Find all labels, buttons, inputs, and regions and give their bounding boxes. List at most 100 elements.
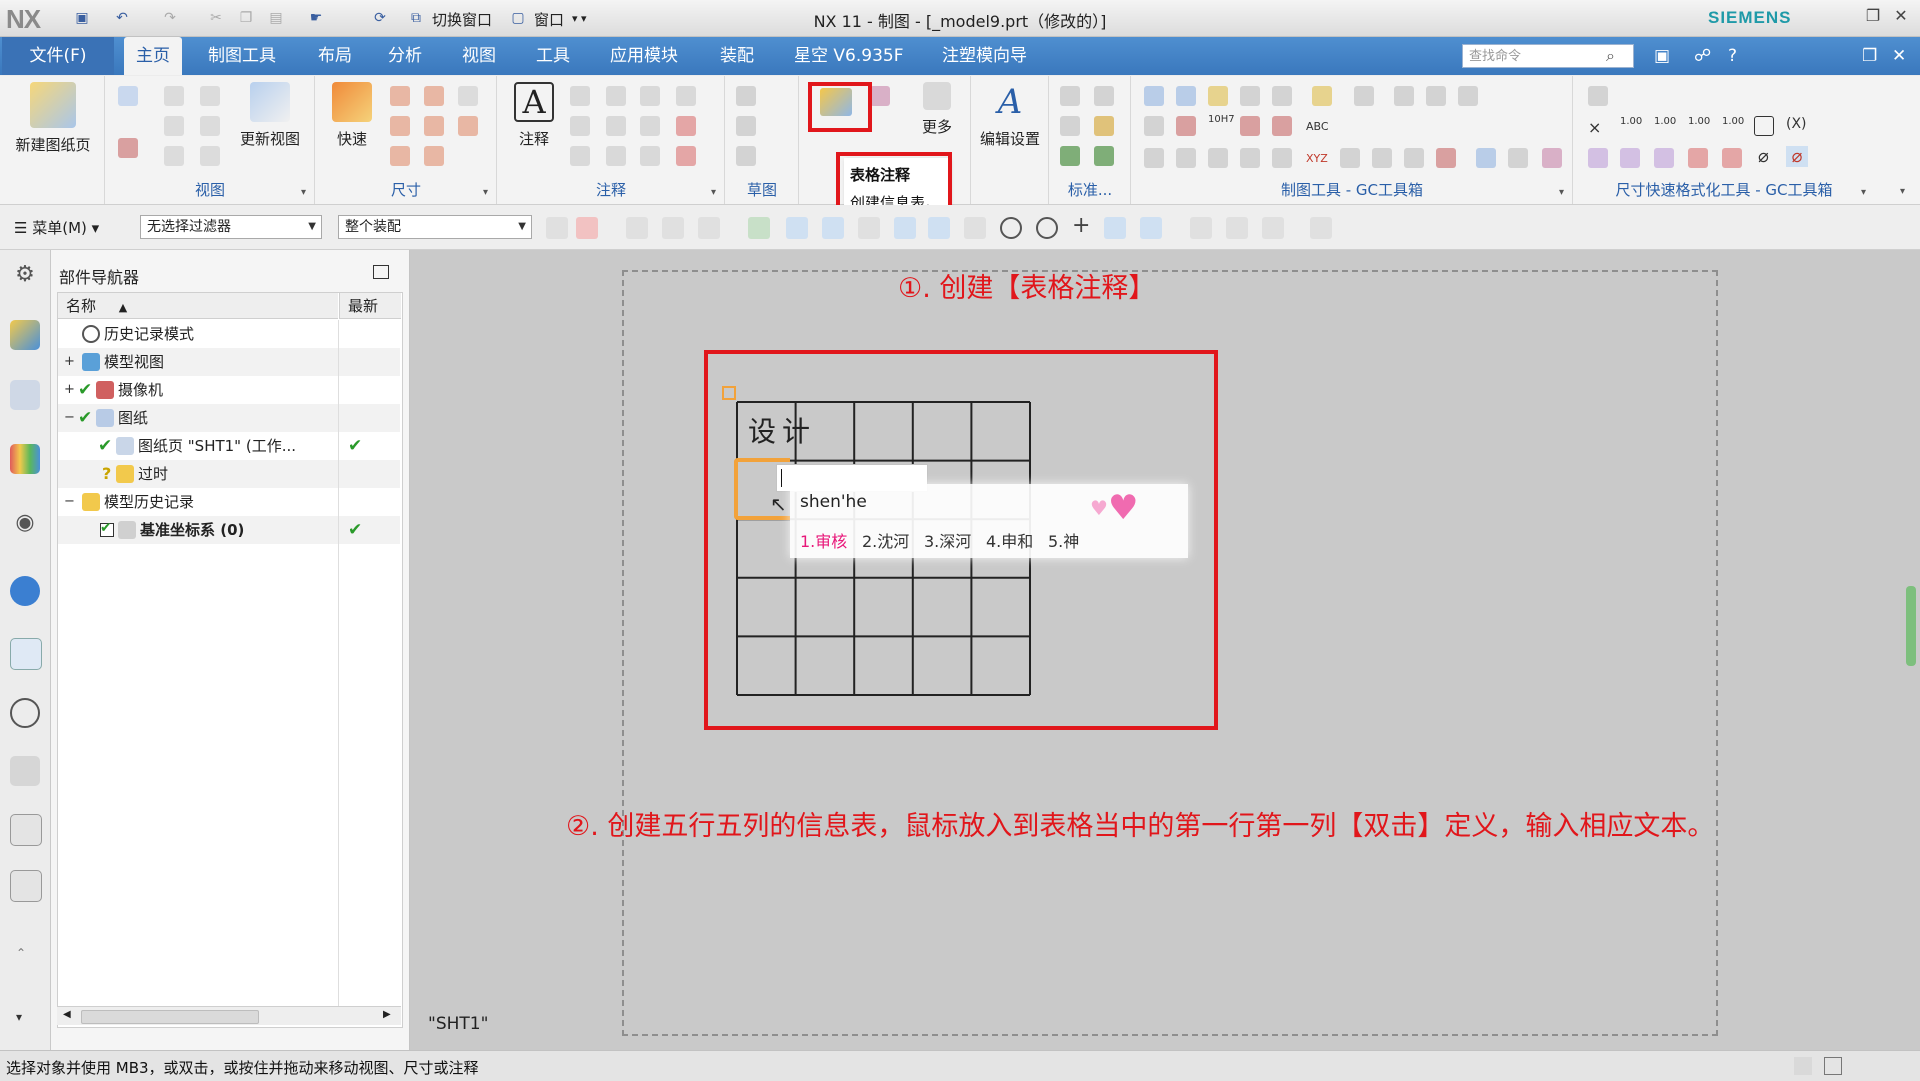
arc-length-icon[interactable] [458, 116, 478, 136]
gc-icon-20[interactable] [1340, 148, 1360, 168]
new-sheet-button[interactable]: 新建图纸页 [8, 82, 98, 155]
perpendicular-icon[interactable] [964, 217, 986, 239]
update-view-button[interactable]: 更新视图 [230, 82, 310, 149]
vertical-scroll-indicator[interactable] [1906, 586, 1916, 666]
tab-mold-wizard[interactable]: 注塑模向导 [930, 37, 1039, 75]
gc-icon-2[interactable] [1176, 86, 1196, 106]
centerline-icon[interactable] [640, 86, 660, 106]
standard-icon-3[interactable] [1060, 116, 1080, 136]
tab-assembly[interactable]: 装配 [708, 37, 766, 75]
projected-view-icon[interactable] [164, 86, 184, 106]
view-icon-1[interactable] [1190, 217, 1212, 239]
gc-icon-8[interactable] [1394, 86, 1414, 106]
diameter-active-icon[interactable]: ⌀ [1786, 146, 1808, 167]
arc-center-icon[interactable] [1000, 217, 1022, 239]
status-icon-2[interactable] [1824, 1057, 1842, 1075]
thickness-dimension-icon[interactable] [424, 116, 444, 136]
gc-abc-label[interactable]: ABC [1306, 120, 1329, 133]
nav-row-camera[interactable]: + ✔ 摄像机 [58, 376, 400, 404]
gc-icon-9[interactable] [1426, 86, 1446, 106]
dim-format-icon-3[interactable] [1620, 148, 1640, 168]
point-on-surface-icon[interactable] [1140, 217, 1162, 239]
ribbon-expand-icon[interactable]: ▾ [1900, 186, 1905, 197]
broken-view-icon[interactable] [164, 116, 184, 136]
gc-icon-22[interactable] [1404, 148, 1424, 168]
collapse-icon[interactable]: − [64, 495, 75, 508]
target-point-icon[interactable] [676, 86, 696, 106]
restore-child-icon[interactable]: ❐ [1862, 46, 1877, 66]
scrollbar-thumb[interactable] [81, 1010, 259, 1024]
nav-row-history-mode[interactable]: 历史记录模式 [58, 320, 400, 348]
gc-icon-10[interactable] [1458, 86, 1478, 106]
filter-reset-icon[interactable] [546, 217, 568, 239]
expand-icon[interactable]: + [64, 355, 75, 368]
mid-point-icon[interactable] [822, 217, 844, 239]
ime-candidate-4[interactable]: 4.申和 [986, 528, 1033, 552]
surface-symbol-icon[interactable] [640, 146, 660, 166]
weld-symbol-icon[interactable] [640, 116, 660, 136]
ime-candidate-1[interactable]: 1.审核 [800, 528, 847, 552]
scroll-right-icon[interactable]: ▶ [383, 1009, 391, 1020]
standard-icon-6[interactable] [1094, 146, 1114, 166]
diameter-icon[interactable]: ⌀ [1758, 146, 1769, 167]
gc-icon-11[interactable] [1144, 116, 1164, 136]
reuse-library-icon[interactable] [10, 444, 40, 474]
ime-candidate-5[interactable]: 5.神 [1048, 528, 1079, 552]
gc-icon-5[interactable] [1272, 86, 1292, 106]
nav-row-model-history[interactable]: − 模型历史记录 [58, 488, 400, 516]
expand-icon[interactable]: + [64, 383, 75, 396]
gc-icon-19[interactable] [1272, 148, 1292, 168]
area-fill-icon[interactable] [676, 146, 696, 166]
dim-format-v3[interactable]: 1.00 [1688, 116, 1710, 127]
gc-icon-12[interactable] [1176, 116, 1196, 136]
tab-analysis[interactable]: 分析 [376, 37, 434, 75]
datum-feature-icon[interactable] [606, 86, 626, 106]
select-invert-icon[interactable] [662, 217, 684, 239]
scroll-left-icon[interactable]: ◀ [63, 1009, 71, 1020]
selection-filter-dropdown[interactable]: 无选择过滤器 ▼ [140, 215, 322, 239]
view-align-icon[interactable] [164, 146, 184, 166]
gc-icon-24[interactable] [1476, 148, 1496, 168]
view-break-icon[interactable] [200, 116, 220, 136]
dim-format-v2[interactable]: 1.00 [1654, 116, 1676, 127]
table-cell-r1c1[interactable]: 设计 [748, 410, 816, 450]
control-point-icon[interactable] [858, 217, 880, 239]
crosshatch-icon[interactable] [676, 116, 696, 136]
gc-icon-15[interactable] [1144, 148, 1164, 168]
chevron-down-icon[interactable]: ▾ [711, 187, 716, 198]
chevron-down-icon[interactable]: ▾ [16, 1010, 22, 1024]
view-icon-4[interactable] [1310, 217, 1332, 239]
select-all-icon[interactable] [626, 217, 648, 239]
gc-h7-label[interactable]: 10H7 [1208, 114, 1235, 125]
chamfer-dimension-icon[interactable] [390, 116, 410, 136]
gc-icon-4[interactable] [1240, 86, 1260, 106]
gc-icon-1[interactable] [1144, 86, 1164, 106]
intersection-point-icon[interactable] [894, 217, 916, 239]
image-icon[interactable] [606, 146, 626, 166]
tab-tools[interactable]: 工具 [524, 37, 582, 75]
menu-button[interactable]: ☰ 菜单(M) ▾ [14, 217, 99, 238]
view-boundary-icon[interactable] [200, 146, 220, 166]
gear-icon[interactable]: ⚙ [10, 260, 40, 290]
gc-icon-3[interactable] [1208, 86, 1228, 106]
dim-format-icon-5[interactable] [1688, 148, 1708, 168]
status-icon-1[interactable] [1794, 1057, 1812, 1075]
nav-row-datum-csys[interactable]: ✔ 基准坐标系 (0) ✔ [58, 516, 400, 544]
point-on-curve-icon[interactable] [1104, 217, 1126, 239]
end-point-icon[interactable] [786, 217, 808, 239]
gc-icon-14[interactable] [1272, 116, 1292, 136]
angular-dimension-icon[interactable] [458, 86, 478, 106]
gc-icon-7[interactable] [1354, 86, 1374, 106]
more-button[interactable]: 更多 [912, 82, 962, 137]
tab-view[interactable]: 视图 [450, 37, 508, 75]
nav-row-outdated[interactable]: ? 过时 [58, 460, 400, 488]
section-view-icon[interactable] [118, 138, 138, 158]
gc-xyz-label[interactable]: XYZ [1306, 152, 1328, 165]
help-icon[interactable]: ? [1728, 46, 1737, 66]
chevron-down-icon[interactable]: ▾ [1559, 187, 1564, 198]
nav-row-drawing[interactable]: − ✔ 图纸 [58, 404, 400, 432]
arc-point-icon[interactable] [928, 217, 950, 239]
dim-format-v1[interactable]: 1.00 [1620, 116, 1642, 127]
sketch-rectangle-icon[interactable] [736, 116, 756, 136]
close-child-icon[interactable]: ✕ [1892, 46, 1906, 66]
